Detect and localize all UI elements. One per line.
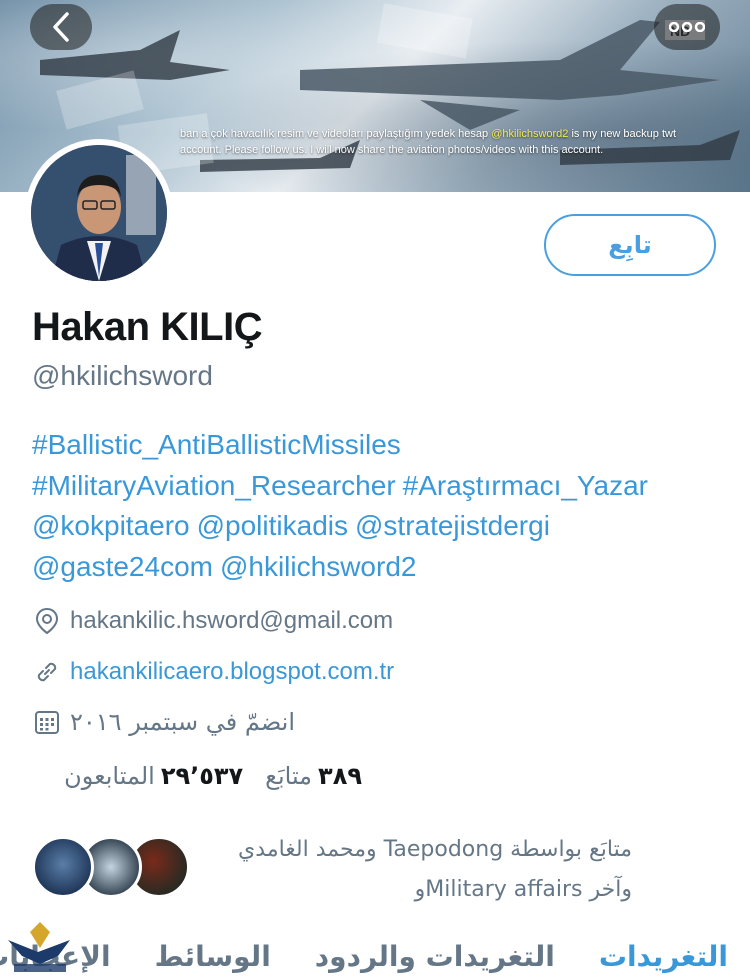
bio-mention[interactable]: @hkilichsword2 bbox=[220, 551, 417, 582]
followers-stat[interactable]: ٢٩٬٥٣٧المتابعون bbox=[64, 762, 243, 790]
tab-media[interactable]: الوسائط bbox=[133, 930, 293, 978]
bio-hashtag[interactable]: #Araştırmacı_Yazar bbox=[403, 470, 648, 501]
profile-avatar[interactable] bbox=[25, 139, 173, 287]
calendar-icon bbox=[32, 707, 62, 737]
profile-joined: انضمّ في سبتمبر ٢٠١٦ bbox=[32, 707, 295, 737]
followed-by-section[interactable]: متابَع بواسطة Taepodong ومحمد الغامدي وآ… bbox=[32, 830, 732, 910]
avatar-photo bbox=[31, 145, 167, 281]
profile-tabs: التغريدات التغريدات والردود الوسائط الإع… bbox=[0, 930, 750, 978]
bio-mention[interactable]: @stratejistdergi bbox=[355, 510, 550, 541]
back-button[interactable] bbox=[30, 4, 92, 50]
profile-stats: ٣٨٩متابَع ٢٩٬٥٣٧المتابعون bbox=[32, 762, 362, 790]
more-options-button[interactable] bbox=[654, 4, 720, 50]
profile-location: hakankilic.hsword@gmail.com bbox=[32, 606, 393, 636]
follow-button[interactable]: تابِع bbox=[544, 214, 716, 276]
followed-by-text: متابَع بواسطة Taepodong ومحمد الغامدي وآ… bbox=[238, 837, 632, 902]
location-pin-icon bbox=[32, 606, 62, 636]
bio-mention[interactable]: @gaste24com bbox=[32, 551, 213, 582]
bio-mention[interactable]: @kokpitaero bbox=[32, 510, 190, 541]
following-stat[interactable]: ٣٨٩متابَع bbox=[265, 762, 362, 790]
profile-website[interactable]: hakankilicaero.blogspot.com.tr bbox=[32, 657, 394, 687]
banner-caption: ban a çok havacılık resim ve videoları p… bbox=[180, 128, 677, 156]
link-icon bbox=[32, 657, 62, 687]
profile-handle: @hkilichsword bbox=[32, 360, 213, 391]
bio-hashtag[interactable]: #MilitaryAviation_Researcher bbox=[32, 470, 396, 501]
profile-name: Hakan KILIÇ bbox=[32, 305, 263, 349]
watermark-logo bbox=[8, 922, 70, 972]
more-dots-icon bbox=[669, 22, 705, 32]
follower-avatar bbox=[32, 836, 94, 898]
tab-tweets-replies[interactable]: التغريدات والردود bbox=[293, 930, 577, 978]
bio-mention[interactable]: @politikadis bbox=[197, 510, 348, 541]
tab-tweets[interactable]: التغريدات bbox=[577, 930, 750, 978]
bio-hashtag[interactable]: #Ballistic_AntiBallisticMissiles bbox=[32, 429, 401, 460]
profile-bio: #Ballistic_AntiBallisticMissiles #Milita… bbox=[32, 425, 732, 587]
chevron-left-icon bbox=[53, 12, 69, 42]
